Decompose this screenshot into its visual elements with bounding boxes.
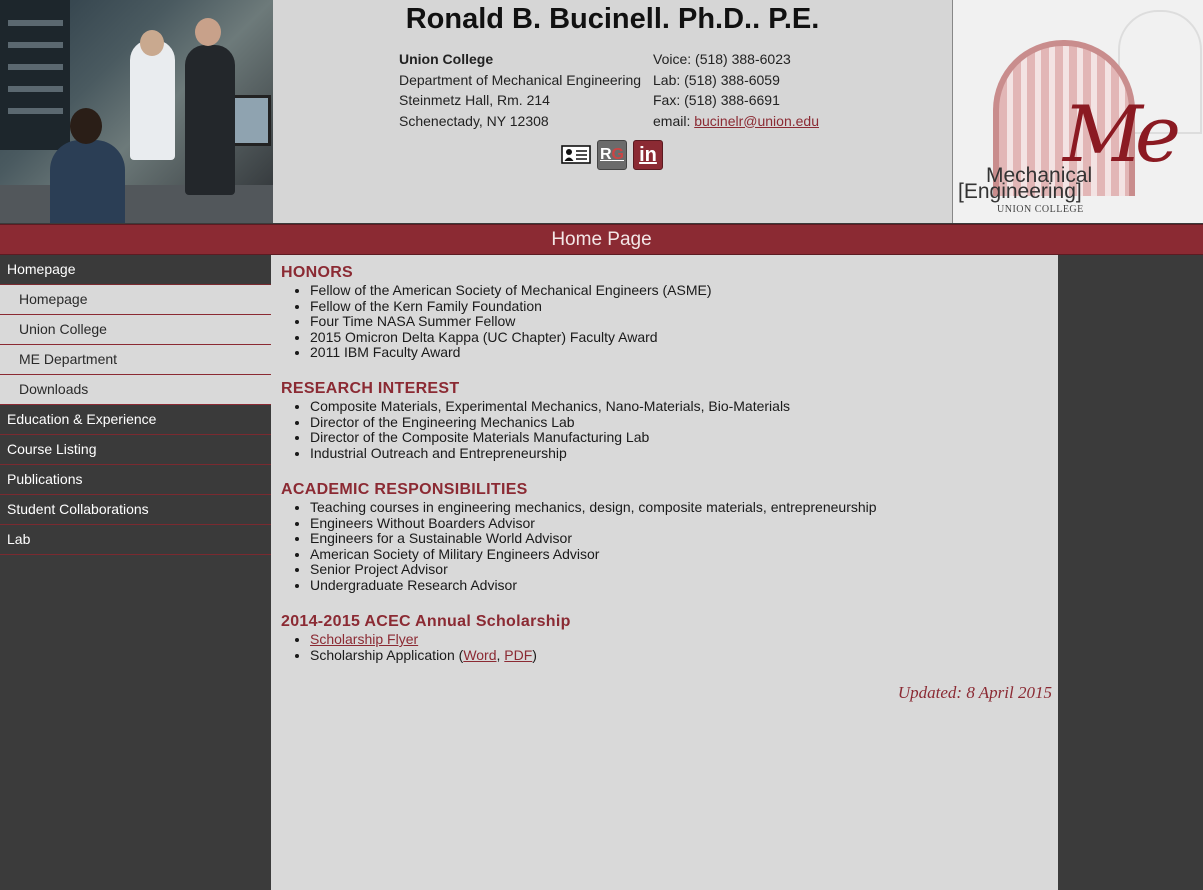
main-content: HONORS Fellow of the American Society of… xyxy=(271,255,1058,890)
list-item: Scholarship Flyer xyxy=(310,631,571,648)
sidebar-item-course-listing[interactable]: Course Listing xyxy=(0,435,271,465)
section-heading: 2014-2015 ACEC Annual Scholarship xyxy=(281,613,571,630)
logo-college-text: UNION COLLEGE xyxy=(997,204,1084,215)
vcard-icon[interactable] xyxy=(561,140,591,168)
honors-section: HONORS Fellow of the American Society of… xyxy=(281,263,712,361)
list-item: Undergraduate Research Advisor xyxy=(310,577,877,594)
fax-number: Fax: (518) 388-6691 xyxy=(653,92,780,108)
site-header: Ronald B. Bucinell. Ph.D.. P.E. Union Co… xyxy=(0,0,1203,223)
section-heading: HONORS xyxy=(281,264,354,281)
list-item: Industrial Outreach and Entrepreneurship xyxy=(310,445,790,462)
list-item: Director of the Composite Materials Manu… xyxy=(310,430,790,446)
scholarship-list: Scholarship Flyer Scholarship Applicatio… xyxy=(281,631,571,664)
email-label: email: xyxy=(653,112,695,129)
lab-phone: Lab: (518) 388-6059 xyxy=(653,71,780,88)
list-item: 2015 Omicron Delta Kappa (UC Chapter) Fa… xyxy=(310,329,712,346)
linkedin-icon[interactable]: in xyxy=(633,140,663,170)
header-contact-block: Ronald B. Bucinell. Ph.D.. P.E. Union Co… xyxy=(273,0,952,223)
sidebar-subitem-homepage[interactable]: Homepage xyxy=(0,285,271,315)
social-links: RG in xyxy=(561,140,669,170)
address-line: Steinmetz Hall, Rm. 214 xyxy=(399,92,550,108)
research-list: Composite Materials, Experimental Mechan… xyxy=(281,398,790,462)
logo-mech-text: Mechanical [Engineering] xyxy=(958,164,1093,203)
email-line: email: bucinelr@union.edu xyxy=(653,111,819,132)
list-item: Teaching courses in engineering mechanic… xyxy=(310,499,877,516)
contact-block: Voice: (518) 388-6023 Lab: (518) 388-605… xyxy=(653,49,819,131)
sidebar-item-lab[interactable]: Lab xyxy=(0,525,271,555)
list-item: Engineers Without Boarders Advisor xyxy=(310,515,877,532)
section-heading: ACADEMIC RESPONSIBILITIES xyxy=(281,481,528,498)
academic-section: ACADEMIC RESPONSIBILITIES Teaching cours… xyxy=(281,480,877,594)
list-item: Director of the Engineering Mechanics La… xyxy=(310,414,790,431)
list-item: 2011 IBM Faculty Award xyxy=(310,345,712,361)
section-heading: RESEARCH INTEREST xyxy=(281,380,460,397)
list-item: American Society of Military Engineers A… xyxy=(310,546,877,563)
voice-phone: Voice: (518) 388-6023 xyxy=(653,51,791,67)
address-line: Union College xyxy=(399,51,494,67)
page-title: Ronald B. Bucinell. Ph.D.. P.E. xyxy=(405,3,820,35)
address-block: Union College Department of Mechanical E… xyxy=(399,49,641,131)
sidebar-subitem-me-department[interactable]: ME Department xyxy=(0,345,271,375)
list-item: Composite Materials, Experimental Mechan… xyxy=(310,398,790,415)
scholarship-flyer-link[interactable]: Scholarship Flyer xyxy=(310,631,418,647)
honors-list: Fellow of the American Society of Mechan… xyxy=(281,282,712,361)
address-line: Department of Mechanical Engineering xyxy=(399,71,642,88)
lab-photo xyxy=(0,0,273,223)
research-section: RESEARCH INTEREST Composite Materials, E… xyxy=(281,379,790,461)
application-pdf-link[interactable]: PDF xyxy=(504,647,532,663)
sidebar-subitem-union-college[interactable]: Union College xyxy=(0,315,271,345)
researchgate-icon[interactable]: RG xyxy=(597,140,627,170)
application-word-link[interactable]: Word xyxy=(463,647,496,663)
list-item: Fellow of the American Society of Mechan… xyxy=(310,282,712,299)
academic-list: Teaching courses in engineering mechanic… xyxy=(281,499,877,594)
updated-date: Updated: 8 April 2015 xyxy=(897,683,1052,702)
sidebar-nav: Homepage Homepage Union College ME Depar… xyxy=(0,255,271,555)
email-link[interactable]: bucinelr@union.edu xyxy=(694,113,819,129)
sidebar-item-homepage[interactable]: Homepage xyxy=(0,255,271,285)
sidebar-item-education-experience[interactable]: Education & Experience xyxy=(0,405,271,435)
list-item: Engineers for a Sustainable World Adviso… xyxy=(310,531,877,547)
page-heading-bar: Home Page xyxy=(0,224,1203,255)
list-item: Fellow of the Kern Family Foundation xyxy=(310,298,712,315)
list-item: Senior Project Advisor xyxy=(310,562,877,578)
me-department-logo: Me Mechanical [Engineering] UNION COLLEG… xyxy=(952,0,1203,223)
right-gutter xyxy=(1058,255,1203,890)
list-item: Four Time NASA Summer Fellow xyxy=(310,314,712,330)
scholarship-section: 2014-2015 ACEC Annual Scholarship Schola… xyxy=(281,612,571,663)
address-line: Schenectady, NY 12308 xyxy=(399,112,549,129)
sidebar-item-publications[interactable]: Publications xyxy=(0,465,271,495)
sidebar-item-student-collaborations[interactable]: Student Collaborations xyxy=(0,495,271,525)
list-item: Scholarship Application (Word, PDF) xyxy=(310,647,571,664)
sidebar-subitem-downloads[interactable]: Downloads xyxy=(0,375,271,405)
